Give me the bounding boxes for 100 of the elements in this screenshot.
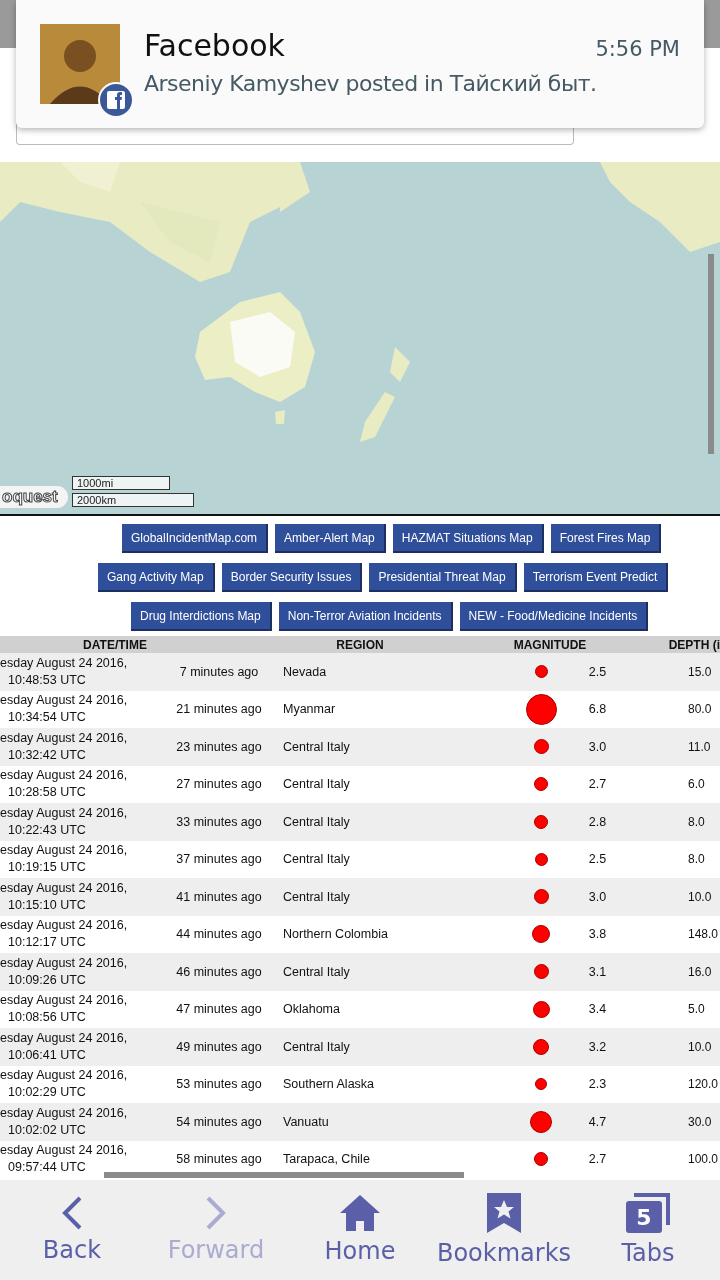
map-link-button[interactable]: Gang Activity Map xyxy=(98,563,215,592)
bookmark-star-icon xyxy=(487,1193,521,1233)
back-button[interactable]: Back xyxy=(0,1180,144,1280)
time-ago-cell-text: 47 minutes ago xyxy=(175,1002,263,1017)
magnitude-dot xyxy=(534,814,548,829)
magnitude-cell-text: 2.7 xyxy=(587,1152,608,1167)
depth-cell: 8.0 xyxy=(688,814,705,829)
region-cell-text: Northern Colombia xyxy=(283,927,389,942)
magnitude-cell-text: 2.3 xyxy=(587,1077,608,1092)
magnitude-cell-text: 6.8 xyxy=(587,702,608,717)
map-link-button[interactable]: Terrorism Event Predict xyxy=(523,563,669,592)
magnitude-dot xyxy=(532,1000,550,1018)
column-header: REGION xyxy=(335,637,385,652)
home-button[interactable]: Home xyxy=(288,1180,432,1280)
chevron-right-icon xyxy=(205,1196,227,1230)
scale-label: 1000mi xyxy=(72,476,170,490)
magnitude-cell-text: 3.0 xyxy=(587,889,608,904)
magnitude-dot xyxy=(534,777,548,792)
magnitude-dot xyxy=(525,693,557,725)
map[interactable]: 1000mi oquest 2000km xyxy=(0,162,720,516)
region-cell-text: Tarapaca, Chile xyxy=(283,1152,371,1167)
chevron-left-icon xyxy=(61,1196,83,1230)
app-name: Facebook xyxy=(144,28,285,63)
scale-label: 2000km xyxy=(72,493,194,507)
map-link-button[interactable]: Amber-Alert Map xyxy=(275,524,386,553)
column-header: DEPTH (i xyxy=(667,637,720,652)
time-ago-cell-text: 46 minutes ago xyxy=(175,964,263,979)
magnitude-cell-text: 2.8 xyxy=(587,814,608,829)
depth-cell: 11.0 xyxy=(688,739,711,754)
region-cell-text: Central Italy xyxy=(283,889,351,904)
time-ago-cell-text: 53 minutes ago xyxy=(175,1077,263,1092)
region-cell-text: Central Italy xyxy=(283,964,351,979)
map-link-button[interactable]: NEW - Food/Medicine Incidents xyxy=(459,602,649,631)
map-link-button[interactable]: Presidential Threat Map xyxy=(369,563,517,592)
magnitude-dot xyxy=(534,665,548,679)
region-cell-text: Central Italy xyxy=(283,777,351,792)
tab-count: 5 xyxy=(626,1201,662,1233)
depth-cell: 120.0 xyxy=(688,1077,719,1092)
scrollbar[interactable] xyxy=(104,1172,464,1178)
time-ago-cell-text: 21 minutes ago xyxy=(175,702,263,717)
region-cell-text: Southern Alaska xyxy=(283,1077,376,1092)
notification-card[interactable]: Facebook 5:56 PM Arseniy Kamyshev posted in Тайский быт. xyxy=(16,0,704,128)
depth-cell: 5.0 xyxy=(688,1002,705,1017)
magnitude-dot xyxy=(534,852,548,866)
map-link-button[interactable]: Border Security Issues xyxy=(221,563,363,592)
depth-cell: 8.0 xyxy=(688,852,705,867)
region-cell-text: Nevada xyxy=(283,664,328,679)
tabs-button[interactable]: 5 Tabs xyxy=(576,1180,720,1280)
depth-cell: 15.0 xyxy=(688,664,712,679)
map-link-button[interactable]: HAZMAT Situations Map xyxy=(392,524,544,553)
magnitude-cell-text: 2.5 xyxy=(587,664,608,679)
magnitude-cell-text: 3.8 xyxy=(587,927,608,942)
time-ago-cell-text: 27 minutes ago xyxy=(175,777,263,792)
magnitude-dot xyxy=(533,739,549,755)
time-ago-cell-text: 49 minutes ago xyxy=(175,1039,263,1054)
depth-cell: 80.0 xyxy=(688,702,712,717)
home-icon xyxy=(340,1195,380,1231)
map-link-button[interactable]: Drug Interdictions Map xyxy=(131,602,272,631)
magnitude-dot xyxy=(533,889,549,905)
magnitude-cell-text: 3.1 xyxy=(587,964,608,979)
depth-cell: 10.0 xyxy=(688,889,712,904)
time-ago-cell-text: 23 minutes ago xyxy=(175,739,263,754)
time-ago-cell-text: 37 minutes ago xyxy=(175,852,263,867)
depth-cell: 16.0 xyxy=(688,964,712,979)
region-cell-text: Central Italy xyxy=(283,1039,351,1054)
magnitude-dot xyxy=(532,925,550,944)
magnitude-cell-text: 3.0 xyxy=(587,739,608,754)
scrollbar[interactable] xyxy=(708,254,714,454)
magnitude-cell-text: 4.7 xyxy=(587,1114,608,1129)
map-link-button[interactable]: Forest Fires Map xyxy=(550,524,662,553)
time-ago-cell-text: 58 minutes ago xyxy=(175,1152,263,1167)
bookmarks-button[interactable]: Bookmarks xyxy=(432,1180,576,1280)
region-cell-text: Myanmar xyxy=(283,702,337,717)
depth-cell: 30.0 xyxy=(688,1114,712,1129)
f-badge-icon xyxy=(98,82,134,118)
depth-cell: 10.0 xyxy=(688,1039,712,1054)
column-header: DATE/TIME xyxy=(82,637,148,652)
column-header: MAGNITUDE xyxy=(512,637,588,652)
magnitude-dot xyxy=(533,1038,549,1055)
magnitude-dot xyxy=(533,964,549,980)
magnitude-cell-text: 2.5 xyxy=(587,852,608,867)
magnitude-cell-text: 3.4 xyxy=(587,1002,608,1017)
magnitude-cell-text: 2.7 xyxy=(587,777,608,792)
magnitude-dot xyxy=(535,1078,547,1091)
notification-time: 5:56 PM xyxy=(595,37,680,61)
date-cell-text: esday August 24 2016, 09:57:44 UTC xyxy=(0,1142,129,1177)
depth-cell: 148.0 xyxy=(688,927,719,942)
map-link-button[interactable]: GlobalIncidentMap.com xyxy=(122,524,269,553)
magnitude-dot xyxy=(530,1110,552,1133)
region-cell-text: Central Italy xyxy=(283,739,351,754)
notification-message: Arseniy Kamyshev posted in Тайский быт. xyxy=(144,71,598,96)
region-cell-text: Oklahoma xyxy=(283,1002,341,1017)
region-cell-text: Vanuatu xyxy=(283,1114,330,1129)
region-cell-text: Central Italy xyxy=(283,852,351,867)
magnitude-cell-text: 3.2 xyxy=(587,1039,608,1054)
magnitude-dot xyxy=(534,1152,548,1167)
depth-cell: 100.0 xyxy=(688,1152,719,1167)
time-ago-cell-text: 7 minutes ago xyxy=(178,664,260,679)
map-link-button[interactable]: Non-Terror Aviation Incidents xyxy=(278,602,453,631)
time-ago-cell-text: 41 minutes ago xyxy=(175,889,263,904)
